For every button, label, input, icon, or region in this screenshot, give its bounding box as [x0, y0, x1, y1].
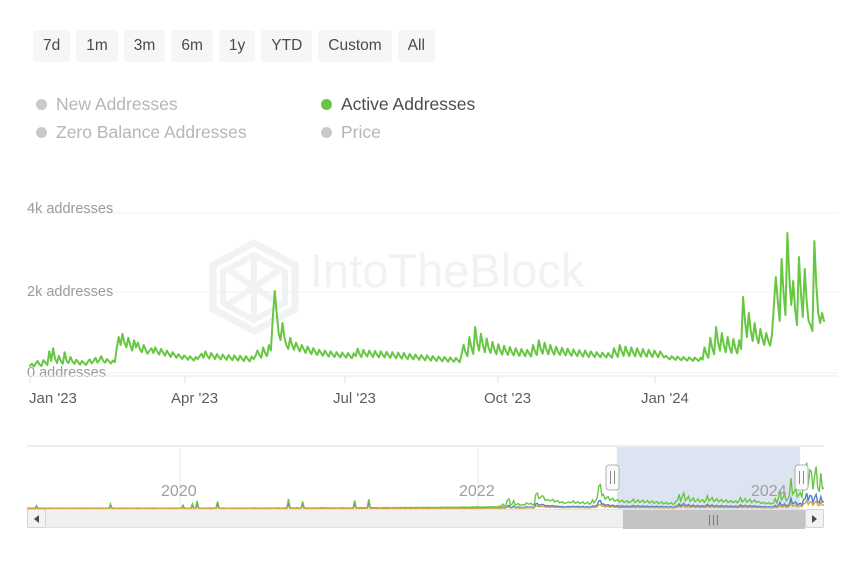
range-button-7d[interactable]: 7d [33, 30, 71, 62]
legend-dot-icon-zero-balance-addresses [36, 127, 47, 138]
navigator-svg: 2020 2022 2024 [26, 445, 825, 510]
xtick-label-oct-23: Oct '23 [484, 390, 531, 407]
range-button-1y[interactable]: 1y [218, 30, 256, 62]
legend-label-price: Price [341, 122, 381, 142]
navigator-handle-left[interactable] [605, 464, 620, 491]
chart-legend: New Addresses Active Addresses Zero Bala… [36, 92, 596, 145]
navigator-year-label-2024: 2024 [751, 483, 787, 500]
watermark: IntoTheBlock [209, 239, 585, 335]
navigator-scrollbar[interactable]: ||| [27, 509, 824, 529]
main-chart-svg: IntoTheBlock 4k addresses 2k addresses 0… [27, 201, 838, 407]
legend-item-zero-balance-addresses[interactable]: Zero Balance Addresses [36, 120, 321, 145]
navigator-year-label-2020: 2020 [161, 483, 197, 500]
legend-dot-icon-active-addresses [321, 99, 332, 110]
scroll-right-button[interactable] [805, 509, 824, 528]
main-chart[interactable]: IntoTheBlock 4k addresses 2k addresses 0… [0, 180, 850, 420]
range-button-6m[interactable]: 6m [171, 30, 213, 62]
watermark-text: IntoTheBlock [310, 244, 585, 297]
range-selector-bar: 7d 1m 3m 6m 1y YTD Custom All [33, 30, 435, 62]
range-button-3m[interactable]: 3m [123, 30, 166, 62]
legend-item-active-addresses[interactable]: Active Addresses [321, 92, 596, 117]
xtick-label-jul-23: Jul '23 [333, 390, 376, 407]
chart-navigator[interactable]: 2020 2022 2024 [0, 440, 850, 520]
navigator-year-label-2022: 2022 [459, 483, 495, 500]
legend-dot-icon-price [321, 127, 332, 138]
hexagon-logo-icon [209, 239, 299, 335]
scroll-right-icon [812, 514, 817, 523]
ytick-label-0: 0 addresses [27, 365, 106, 381]
range-button-ytd[interactable]: YTD [261, 30, 313, 62]
legend-label-zero-balance-addresses: Zero Balance Addresses [56, 122, 247, 142]
legend-dot-icon-new-addresses [36, 99, 47, 110]
scrollbar-thumb[interactable]: ||| [622, 510, 805, 529]
scroll-left-icon [34, 514, 39, 523]
xtick-label-jan-23: Jan '23 [29, 390, 77, 407]
ytick-label-4k: 4k addresses [27, 201, 113, 217]
legend-label-active-addresses: Active Addresses [341, 94, 476, 114]
xtick-label-jan-24: Jan '24 [641, 390, 689, 407]
chart-page: 7d 1m 3m 6m 1y YTD Custom All New Addres… [0, 0, 850, 567]
navigator-handle-right[interactable] [794, 464, 809, 491]
scroll-left-button[interactable] [27, 509, 46, 528]
legend-item-new-addresses[interactable]: New Addresses [36, 92, 321, 117]
ytick-label-2k: 2k addresses [27, 284, 113, 300]
range-button-1m[interactable]: 1m [76, 30, 118, 62]
legend-label-new-addresses: New Addresses [56, 94, 178, 114]
xtick-label-apr-23: Apr '23 [171, 390, 218, 407]
range-button-custom[interactable]: Custom [318, 30, 392, 62]
range-button-all[interactable]: All [397, 30, 435, 62]
legend-item-price[interactable]: Price [321, 120, 596, 145]
scrollbar-track[interactable]: ||| [46, 509, 805, 529]
scrollbar-grip-icon: ||| [708, 513, 720, 526]
